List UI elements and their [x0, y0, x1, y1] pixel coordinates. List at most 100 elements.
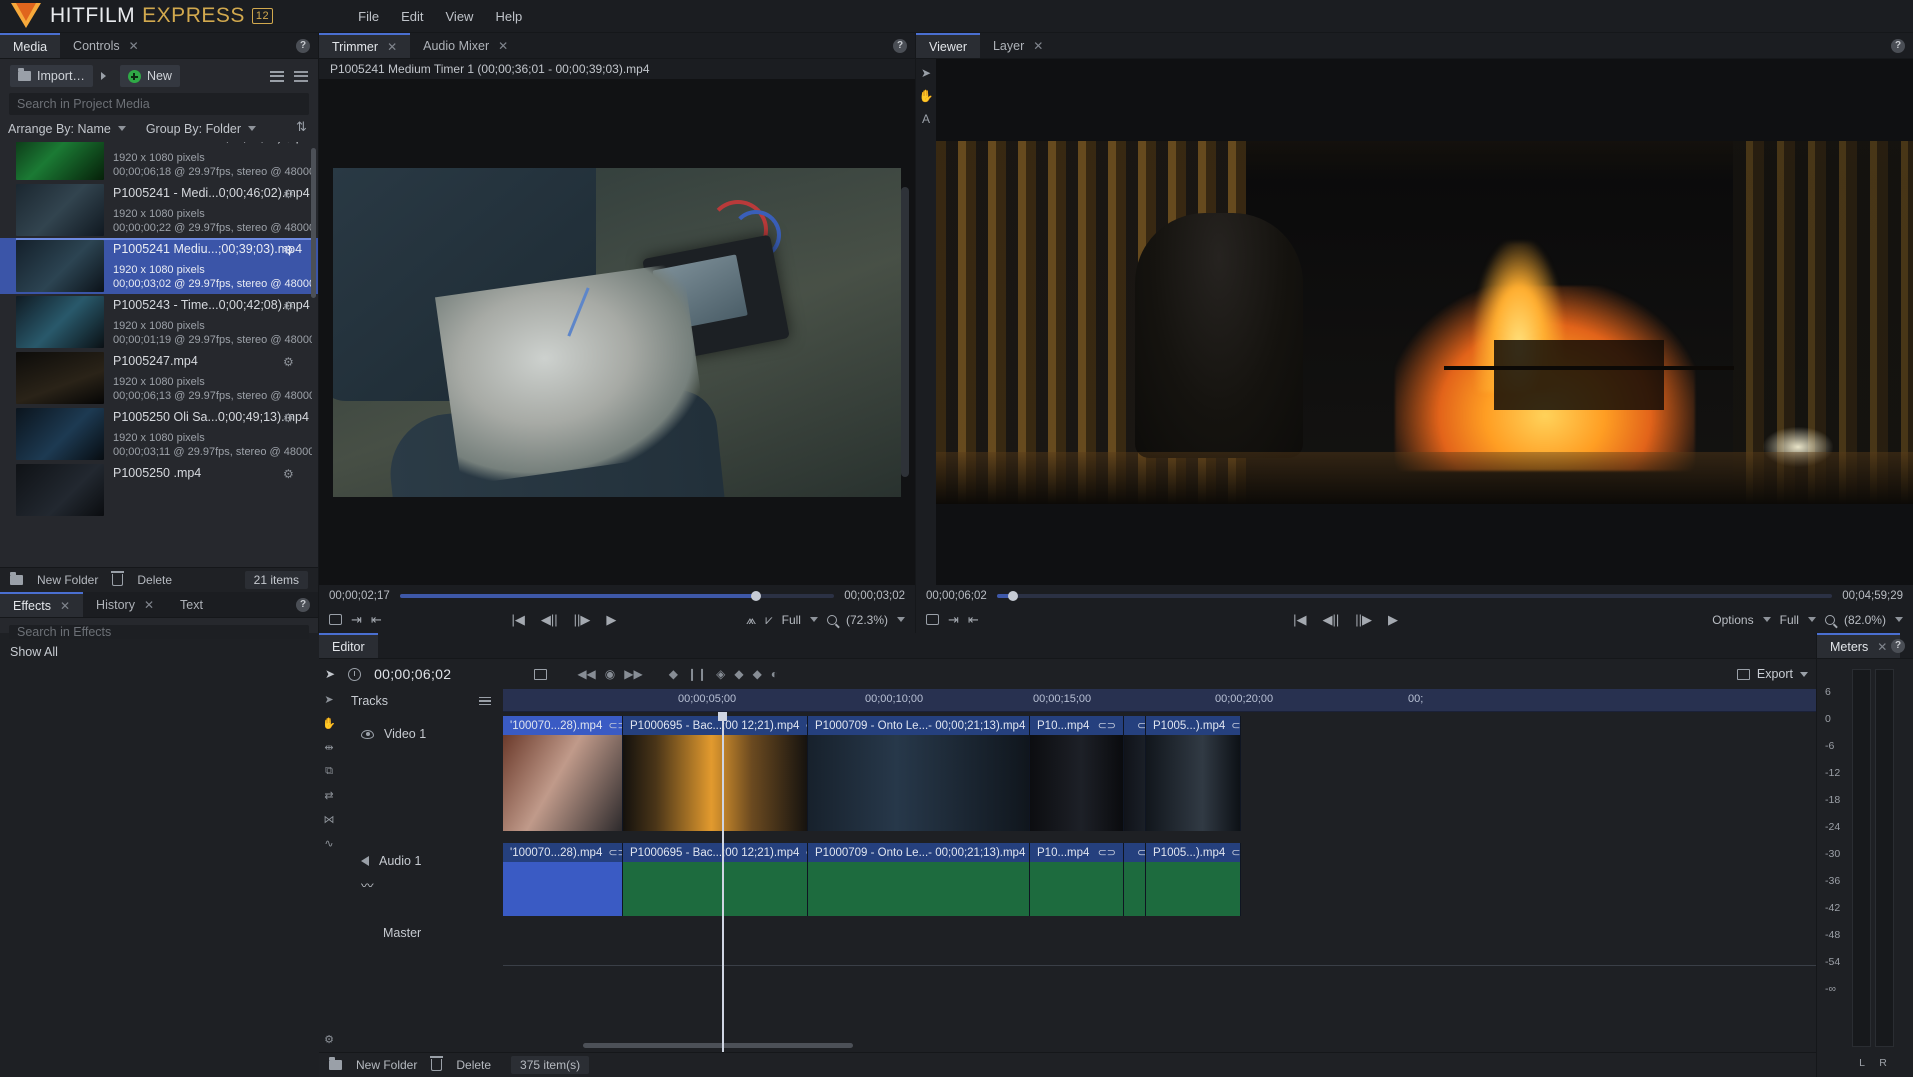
tab-history[interactable]: History ✕: [83, 592, 167, 617]
timeline-clip[interactable]: P1000709 - Onto Le...- 00;00;21;13).mp4 …: [808, 716, 1030, 831]
list-item[interactable]: P1005247.mp4 1920 x 1080 pixels 00;00;06…: [0, 350, 318, 406]
new-button[interactable]: New: [120, 65, 180, 87]
clip-header[interactable]: P1005...).mp4 ⊂⊃: [1146, 716, 1241, 735]
timeline-audio-clip[interactable]: '100070...28).mp4 ⊂⊃: [503, 843, 623, 916]
help-icon[interactable]: ?: [893, 39, 907, 53]
new-folder-button[interactable]: New Folder: [37, 573, 98, 587]
mark-in-icon[interactable]: ⇥: [948, 613, 959, 626]
track-audio-waveform-toggle[interactable]: 〰: [339, 874, 503, 894]
play-button[interactable]: ▶: [1388, 613, 1398, 626]
clip-header[interactable]: P1000709 - Onto Le...- 00;00;21;13).mp4 …: [808, 716, 1030, 735]
menu-view[interactable]: View: [446, 9, 474, 24]
slide-icon[interactable]: ◈: [716, 667, 725, 681]
clip-header[interactable]: P1000709 - Onto Le...- 00;00;21;13).mp4 …: [808, 843, 1030, 862]
chevron-down-icon[interactable]: [1808, 617, 1816, 622]
viewer-options-label[interactable]: Options: [1712, 613, 1753, 627]
search-icon[interactable]: [827, 615, 837, 625]
list-item[interactable]: P1005250 .mp4 ⚙: [0, 462, 318, 518]
tab-trimmer[interactable]: Trimmer ✕: [319, 33, 410, 58]
viewer-quality-label[interactable]: Full: [1780, 613, 1799, 627]
trimmer-scrollbar[interactable]: [901, 187, 909, 477]
menu-edit[interactable]: Edit: [401, 9, 423, 24]
timeline-clip[interactable]: P1005...).mp4 ⊂⊃: [1146, 716, 1241, 831]
close-icon[interactable]: ✕: [1877, 640, 1887, 654]
gear-icon[interactable]: ⚙: [283, 142, 296, 144]
timeline-audio-clip[interactable]: P1000709 - Onto Le...- 00;00;21;13).mp4 …: [808, 843, 1030, 916]
clip-header[interactable]: P10...mp4 ⊂⊃: [1030, 843, 1124, 862]
delete-button[interactable]: Delete: [456, 1058, 491, 1072]
prev-keyframe-icon[interactable]: ◀◀: [577, 667, 595, 681]
timeline-clip[interactable]: P1000695 - Bac...;00 12;21).mp4 ⊂⊃: [623, 716, 808, 831]
tab-effects[interactable]: Effects ✕: [0, 592, 83, 617]
media-search-input[interactable]: Search in Project Media: [9, 93, 309, 115]
link-icon[interactable]: ⊂⊃: [1098, 719, 1116, 732]
link-icon[interactable]: ⊂⊃: [608, 719, 623, 732]
clip-header[interactable]: ⊂⊃: [1124, 843, 1146, 862]
pointer-tool-icon[interactable]: ➤: [921, 66, 931, 80]
insert-icon[interactable]: ⩕: [746, 613, 756, 626]
media-list[interactable]: P1000739 - Dron...0;01;16;29).mp4 1920 x…: [0, 142, 318, 567]
text-tool-icon[interactable]: A: [922, 112, 930, 126]
slip-tool-icon[interactable]: ⧉: [325, 765, 333, 778]
tab-viewer[interactable]: Viewer: [916, 33, 980, 58]
chevron-down-icon[interactable]: [1763, 617, 1771, 622]
timeline-audio-clip[interactable]: P10...mp4 ⊂⊃: [1030, 843, 1124, 916]
pointer-tool-icon[interactable]: ➤: [325, 667, 335, 681]
trimmer-quality-label[interactable]: Full: [782, 613, 801, 627]
help-icon[interactable]: ?: [296, 39, 310, 53]
skip-start-button[interactable]: |◀: [1293, 613, 1306, 626]
link-icon[interactable]: ⊂⊃: [1231, 846, 1241, 859]
timeline-body[interactable]: '100070...28).mp4 ⊂⊃ P1000695 - Bac...;0…: [503, 712, 1816, 1052]
media-scrollbar[interactable]: [311, 148, 316, 298]
timeline-audio-clip[interactable]: ⊂⊃: [1124, 843, 1146, 916]
next-keyframe-icon[interactable]: ▶▶: [624, 667, 642, 681]
eye-icon[interactable]: [361, 730, 374, 739]
chevron-down-icon[interactable]: [1895, 617, 1903, 622]
overwrite-icon[interactable]: ⩗: [765, 613, 772, 626]
list-item[interactable]: P1000739 - Dron...0;01;16;29).mp4 1920 x…: [0, 142, 318, 182]
gear-icon[interactable]: ⚙: [283, 467, 296, 480]
step-back-button[interactable]: ◀||: [541, 613, 558, 626]
help-icon[interactable]: ?: [1891, 39, 1905, 53]
playhead-handle[interactable]: [718, 712, 727, 721]
trimmer-scrubber[interactable]: [400, 594, 834, 598]
skip-start-button[interactable]: |◀: [511, 613, 524, 626]
waveform-icon[interactable]: 〰: [361, 875, 374, 894]
track-video-1[interactable]: Video 1: [339, 721, 503, 747]
export-button[interactable]: Export: [1737, 667, 1816, 681]
mark-out-icon[interactable]: ⇤: [371, 613, 382, 626]
import-dropdown-icon[interactable]: [101, 72, 106, 80]
close-icon[interactable]: ✕: [498, 39, 508, 53]
rate-stretch-icon[interactable]: ◐: [771, 667, 778, 681]
settings-gear-icon[interactable]: ⚙: [324, 1033, 334, 1052]
tab-layer[interactable]: Layer ✕: [980, 33, 1056, 58]
clip-header[interactable]: P1005...).mp4 ⊂⊃: [1146, 843, 1241, 862]
play-button[interactable]: ▶: [606, 613, 616, 626]
detail-view-icon[interactable]: [294, 71, 308, 82]
slide-tool-icon[interactable]: ⇄: [324, 789, 333, 802]
sort-order-icon[interactable]: [296, 122, 310, 135]
mark-in-icon[interactable]: ⇥: [351, 613, 362, 626]
step-forward-button[interactable]: ||▶: [574, 613, 591, 626]
rate-tool-icon[interactable]: ⋈: [324, 813, 335, 826]
list-item[interactable]: P1005243 - Time...0;00;42;08).mp4 1920 x…: [0, 294, 318, 350]
ripple-icon[interactable]: ◆: [734, 667, 743, 681]
clip-header[interactable]: P1000695 - Bac...;00 12;21).mp4 ⊂⊃: [623, 843, 808, 862]
link-icon[interactable]: ⊂⊃: [1137, 719, 1146, 732]
close-icon[interactable]: ✕: [1033, 39, 1043, 53]
delete-button[interactable]: Delete: [137, 573, 172, 587]
tab-text[interactable]: Text: [167, 592, 216, 617]
close-icon[interactable]: ✕: [129, 39, 139, 53]
tab-meters[interactable]: Meters ✕: [1817, 633, 1900, 658]
tab-audio-mixer[interactable]: Audio Mixer ✕: [410, 33, 521, 58]
gear-icon[interactable]: ⚙: [283, 187, 296, 200]
speaker-icon[interactable]: [361, 856, 369, 866]
pause-icon[interactable]: ❙❙: [687, 667, 707, 681]
list-item[interactable]: P1005241 - Medi...0;00;46;02).mp4 1920 x…: [0, 182, 318, 238]
loop-icon[interactable]: [926, 614, 939, 625]
close-icon[interactable]: ✕: [144, 598, 154, 612]
group-by-dropdown[interactable]: Group By: Folder: [146, 122, 256, 136]
search-icon[interactable]: [1825, 615, 1835, 625]
timeline-playhead[interactable]: [722, 712, 724, 1052]
viewer-stage[interactable]: ➤ ✋ A ◤: [916, 59, 1913, 585]
